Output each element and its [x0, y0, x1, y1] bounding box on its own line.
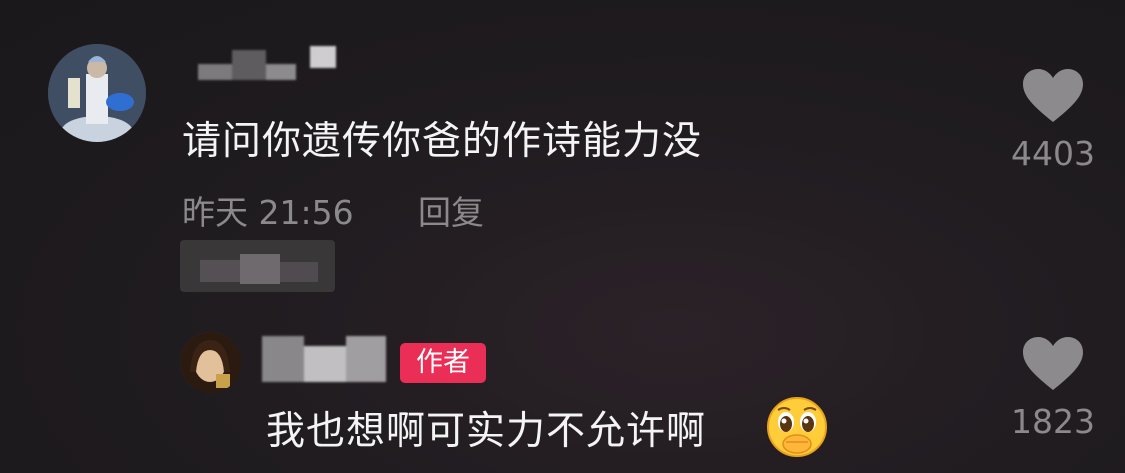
comment-text: 我也想啊可实力不允许啊: [266, 409, 707, 454]
reply-preview-blurred[interactable]: [180, 240, 335, 292]
avatar[interactable]: [180, 332, 241, 393]
like-button[interactable]: 1823: [998, 336, 1108, 441]
avatar[interactable]: [48, 44, 146, 142]
comment-time: 昨天 21:56: [182, 193, 354, 232]
like-button[interactable]: 4403: [998, 68, 1108, 173]
heart-icon: [1023, 69, 1083, 122]
comment-text: 请问你遗传你爸的作诗能力没: [182, 119, 703, 164]
reply-button[interactable]: 回复: [418, 186, 484, 234]
username-blurred[interactable]: [262, 336, 387, 384]
heart-icon: [1023, 337, 1083, 390]
author-badge: 作者: [400, 343, 486, 383]
username-blurred[interactable]: [198, 46, 338, 82]
like-count: 1823: [1011, 402, 1095, 441]
like-count: 4403: [1011, 134, 1095, 173]
pleading-face-emoji-icon: [766, 396, 828, 458]
